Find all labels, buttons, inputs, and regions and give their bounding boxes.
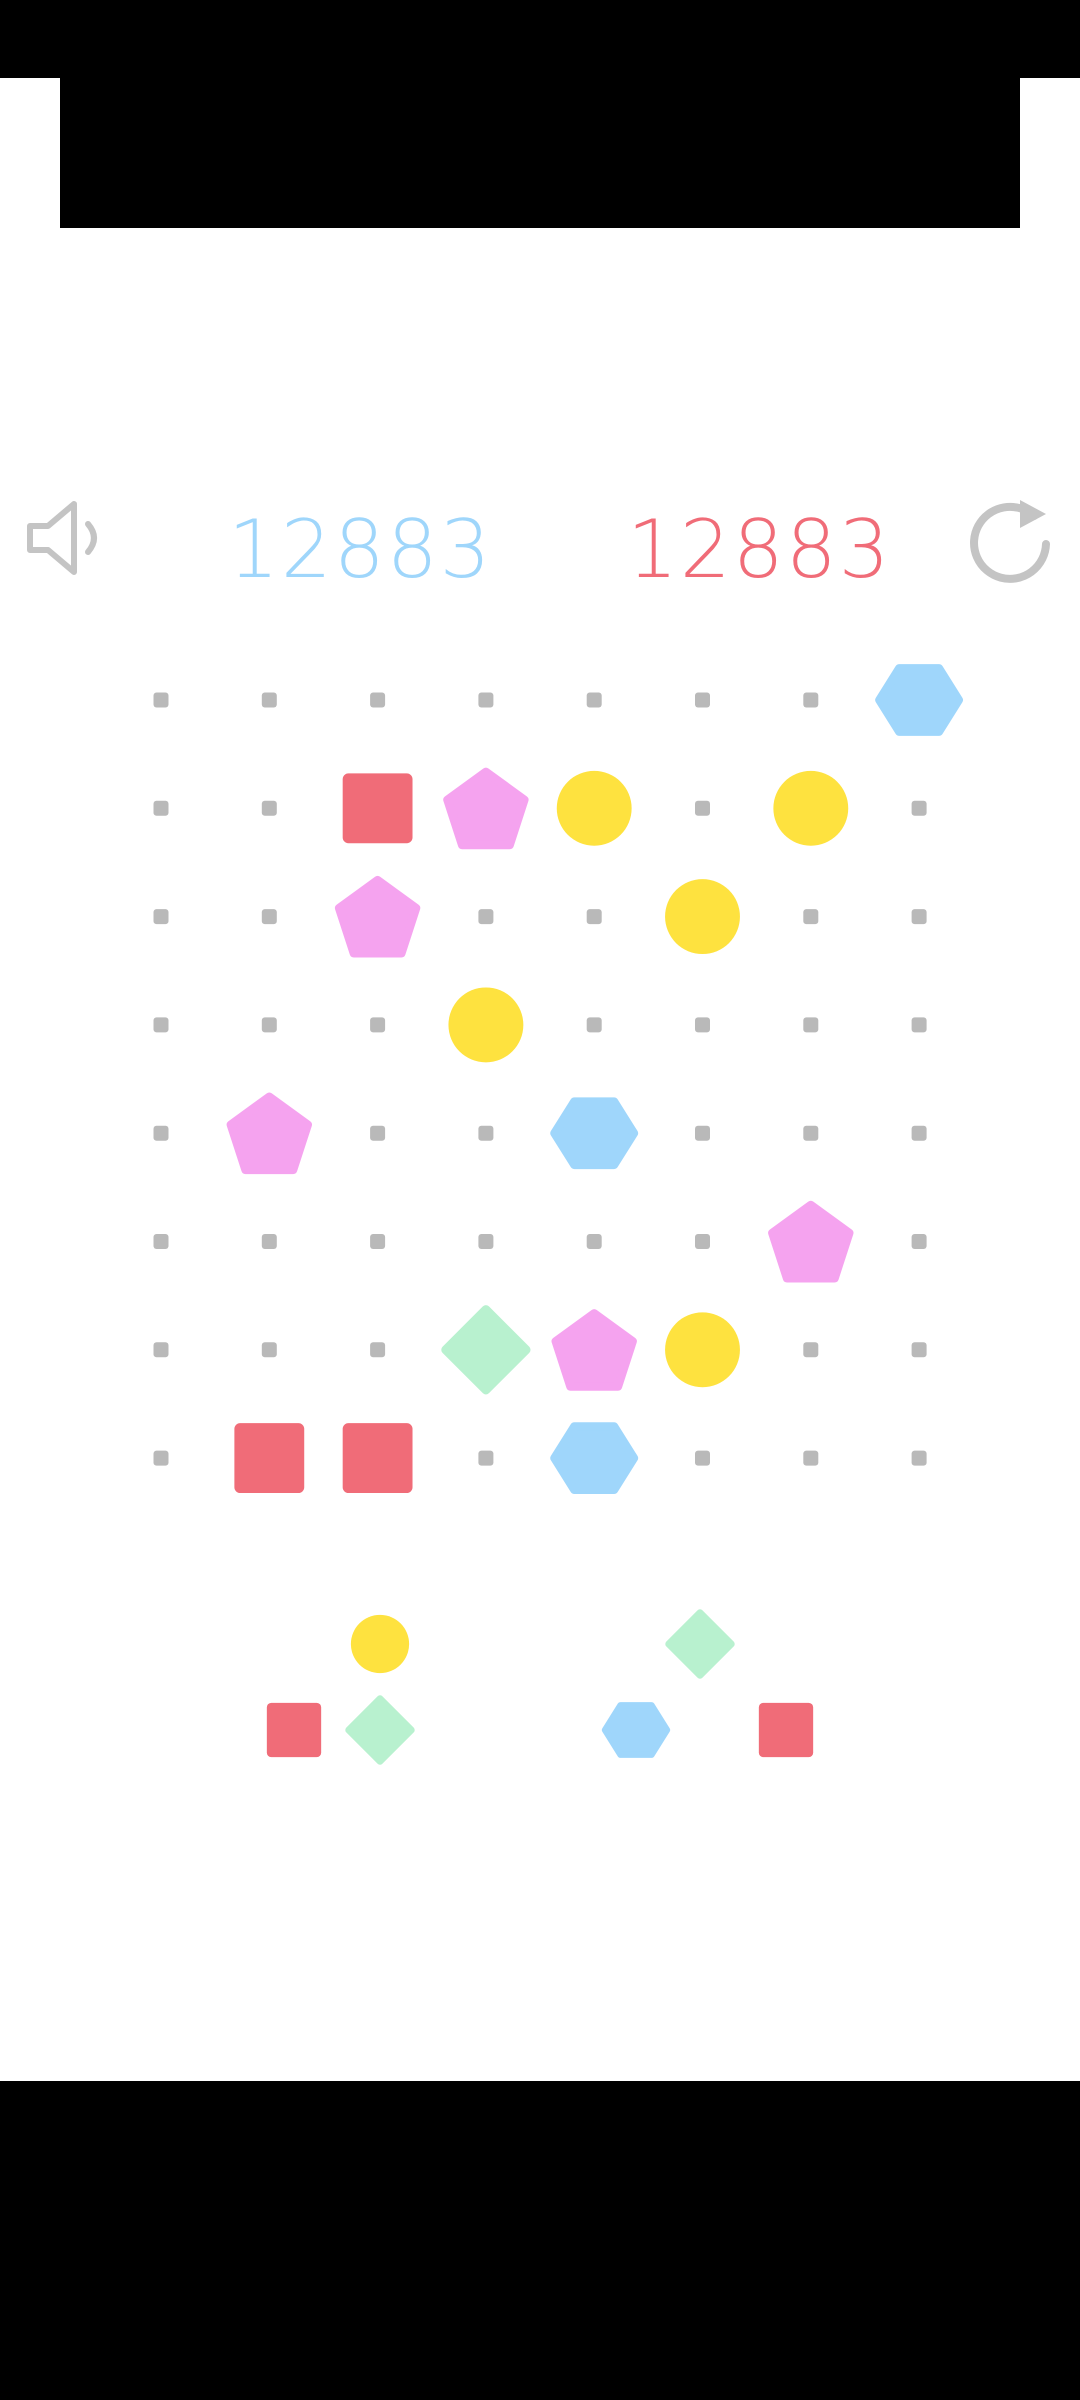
board-cell[interactable]	[215, 1404, 323, 1512]
board-cell[interactable]	[215, 863, 323, 971]
board-cell[interactable]	[865, 971, 973, 1079]
board-cell[interactable]	[432, 1188, 540, 1296]
board-cell[interactable]	[432, 1404, 540, 1512]
board-cell[interactable]	[865, 646, 973, 754]
board-cell[interactable]	[324, 971, 432, 1079]
board-cell[interactable]	[215, 1188, 323, 1296]
board-cell[interactable]	[324, 863, 432, 971]
board-cell[interactable]	[649, 863, 757, 971]
board-cell[interactable]	[215, 1296, 323, 1404]
board-cell[interactable]	[757, 646, 865, 754]
board-cell[interactable]	[540, 971, 648, 1079]
board-cell[interactable]	[865, 754, 973, 862]
board-cell[interactable]	[324, 1296, 432, 1404]
board-cell[interactable]	[107, 646, 215, 754]
board-cell[interactable]	[540, 646, 648, 754]
board-cell[interactable]	[649, 1188, 757, 1296]
board-cell[interactable]	[757, 1404, 865, 1512]
board-cell[interactable]	[757, 1296, 865, 1404]
board-cell[interactable]	[865, 1188, 973, 1296]
board-cell[interactable]	[215, 971, 323, 1079]
board-cell[interactable]	[324, 646, 432, 754]
current-score: 12883	[228, 503, 493, 596]
board-cell[interactable]	[649, 971, 757, 1079]
board-cell[interactable]	[649, 646, 757, 754]
board-cell[interactable]	[107, 754, 215, 862]
board-cell[interactable]	[432, 1296, 540, 1404]
board-cell[interactable]	[107, 1188, 215, 1296]
board-cell[interactable]	[432, 1079, 540, 1187]
board-cell[interactable]	[215, 754, 323, 862]
best-score: 12883	[627, 503, 892, 596]
board-cell[interactable]	[107, 1296, 215, 1404]
board-cell[interactable]	[649, 1404, 757, 1512]
board-cell[interactable]	[215, 1079, 323, 1187]
ad-banner	[60, 78, 1020, 228]
board-cell[interactable]	[865, 863, 973, 971]
sound-button[interactable]	[22, 490, 118, 586]
restart-button[interactable]	[962, 490, 1058, 586]
restart-icon	[970, 500, 1050, 583]
board-cell[interactable]	[107, 863, 215, 971]
speaker-icon	[27, 501, 97, 575]
board-cell[interactable]	[649, 754, 757, 862]
board-cell[interactable]	[324, 1079, 432, 1187]
board-cell[interactable]	[865, 1296, 973, 1404]
board-cell[interactable]	[865, 1079, 973, 1187]
board-cell[interactable]	[324, 754, 432, 862]
board-cell[interactable]	[757, 1188, 865, 1296]
board-cell[interactable]	[757, 971, 865, 1079]
board-cell[interactable]	[757, 863, 865, 971]
board-cell[interactable]	[107, 1404, 215, 1512]
board-cell[interactable]	[432, 646, 540, 754]
board-cell[interactable]	[107, 1079, 215, 1187]
board-cell[interactable]	[432, 863, 540, 971]
board-cell[interactable]	[432, 971, 540, 1079]
board-cell[interactable]	[540, 863, 648, 971]
board-cell[interactable]	[540, 754, 648, 862]
board-cell[interactable]	[324, 1404, 432, 1512]
board-cell[interactable]	[649, 1079, 757, 1187]
board-cell[interactable]	[540, 1188, 648, 1296]
board-cell[interactable]	[107, 971, 215, 1079]
board-cell[interactable]	[649, 1296, 757, 1404]
board-cell[interactable]	[215, 646, 323, 754]
board-cell[interactable]	[540, 1296, 648, 1404]
board-cell[interactable]	[757, 1079, 865, 1187]
board-cell[interactable]	[432, 754, 540, 862]
board-cell[interactable]	[540, 1404, 648, 1512]
bottom-bar	[0, 2081, 1080, 2400]
board-cell[interactable]	[757, 754, 865, 862]
board-cell[interactable]	[324, 1188, 432, 1296]
board-cell[interactable]	[865, 1404, 973, 1512]
board-cell[interactable]	[540, 1079, 648, 1187]
